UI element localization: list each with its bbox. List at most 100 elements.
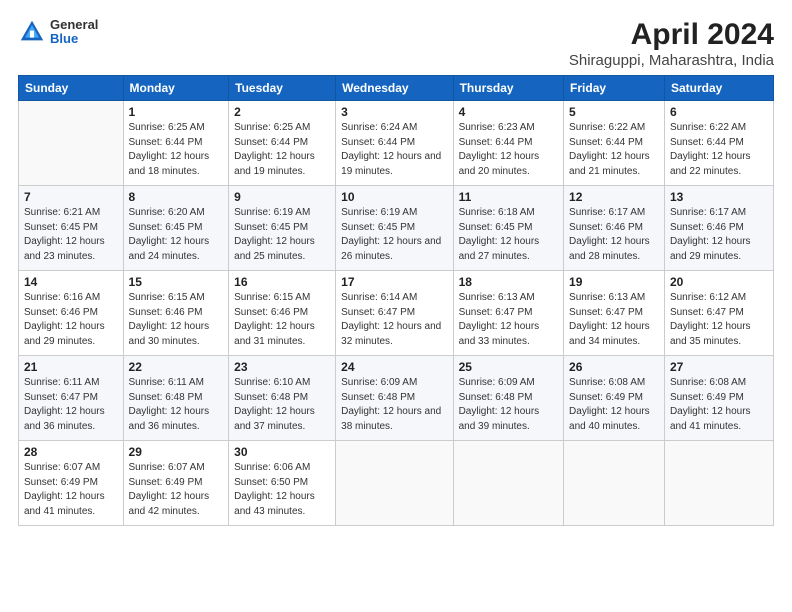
calendar-cell xyxy=(564,441,665,526)
calendar-header-sunday: Sunday xyxy=(19,76,124,101)
day-number: 21 xyxy=(24,360,118,374)
calendar-header-friday: Friday xyxy=(564,76,665,101)
logo-icon xyxy=(18,18,46,46)
logo-general-text: General xyxy=(50,18,98,32)
calendar-cell: 5 Sunrise: 6:22 AMSunset: 6:44 PMDaylight… xyxy=(564,101,665,186)
day-number: 14 xyxy=(24,275,118,289)
day-info: Sunrise: 6:25 AMSunset: 6:44 PMDaylight:… xyxy=(129,121,224,179)
day-number: 10 xyxy=(341,190,447,204)
day-number: 24 xyxy=(341,360,447,374)
day-number: 1 xyxy=(129,105,224,119)
day-info: Sunrise: 6:21 AMSunset: 6:45 PMDaylight:… xyxy=(24,206,118,264)
page: General Blue April 2024 Shiraguppi, Maha… xyxy=(0,0,792,612)
day-number: 23 xyxy=(234,360,330,374)
day-info: Sunrise: 6:10 AMSunset: 6:48 PMDaylight:… xyxy=(234,376,330,434)
day-info: Sunrise: 6:08 AMSunset: 6:49 PMDaylight:… xyxy=(670,376,768,434)
day-info: Sunrise: 6:07 AMSunset: 6:49 PMDaylight:… xyxy=(24,461,118,519)
day-number: 13 xyxy=(670,190,768,204)
day-info: Sunrise: 6:15 AMSunset: 6:46 PMDaylight:… xyxy=(234,291,330,349)
sub-title: Shiraguppi, Maharashtra, India xyxy=(569,52,774,69)
day-info: Sunrise: 6:19 AMSunset: 6:45 PMDaylight:… xyxy=(234,206,330,264)
calendar-cell: 22Sunrise: 6:11 AMSunset: 6:48 PMDayligh… xyxy=(123,356,229,441)
day-info: Sunrise: 6:11 AMSunset: 6:47 PMDaylight:… xyxy=(24,376,118,434)
calendar-header-row: SundayMondayTuesdayWednesdayThursdayFrid… xyxy=(19,76,774,101)
calendar-cell: 24Sunrise: 6:09 AMSunset: 6:48 PMDayligh… xyxy=(336,356,453,441)
calendar-cell: 7 Sunrise: 6:21 AMSunset: 6:45 PMDaylight… xyxy=(19,186,124,271)
calendar-cell: 10 Sunrise: 6:19 AMSunset: 6:45 PMDayligh… xyxy=(336,186,453,271)
title-block: April 2024 Shiraguppi, Maharashtra, Indi… xyxy=(569,18,774,69)
calendar-cell: 13 Sunrise: 6:17 AMSunset: 6:46 PMDayligh… xyxy=(664,186,773,271)
day-number: 22 xyxy=(129,360,224,374)
calendar-cell xyxy=(664,441,773,526)
calendar-cell: 6 Sunrise: 6:22 AMSunset: 6:44 PMDaylight… xyxy=(664,101,773,186)
day-info: Sunrise: 6:15 AMSunset: 6:46 PMDaylight:… xyxy=(129,291,224,349)
logo-text: General Blue xyxy=(50,18,98,47)
calendar-cell: 25 Sunrise: 6:09 AMSunset: 6:48 PMDayligh… xyxy=(453,356,563,441)
calendar-cell: 15 Sunrise: 6:15 AMSunset: 6:46 PMDayligh… xyxy=(123,271,229,356)
logo-blue-text: Blue xyxy=(50,32,98,46)
day-number: 7 xyxy=(24,190,118,204)
day-number: 25 xyxy=(459,360,558,374)
header: General Blue April 2024 Shiraguppi, Maha… xyxy=(18,18,774,69)
calendar-cell: 3 Sunrise: 6:24 AMSunset: 6:44 PMDaylight… xyxy=(336,101,453,186)
calendar-header-thursday: Thursday xyxy=(453,76,563,101)
day-number: 20 xyxy=(670,275,768,289)
calendar-cell: 20 Sunrise: 6:12 AMSunset: 6:47 PMDayligh… xyxy=(664,271,773,356)
calendar-cell: 16 Sunrise: 6:15 AMSunset: 6:46 PMDayligh… xyxy=(229,271,336,356)
calendar-cell: 9 Sunrise: 6:19 AMSunset: 6:45 PMDaylight… xyxy=(229,186,336,271)
calendar-cell: 11 Sunrise: 6:18 AMSunset: 6:45 PMDayligh… xyxy=(453,186,563,271)
calendar-cell xyxy=(19,101,124,186)
calendar-week-row: 14 Sunrise: 6:16 AMSunset: 6:46 PMDayligh… xyxy=(19,271,774,356)
day-number: 17 xyxy=(341,275,447,289)
day-number: 11 xyxy=(459,190,558,204)
calendar-cell: 4 Sunrise: 6:23 AMSunset: 6:44 PMDaylight… xyxy=(453,101,563,186)
day-number: 12 xyxy=(569,190,659,204)
calendar-cell: 29Sunrise: 6:07 AMSunset: 6:49 PMDayligh… xyxy=(123,441,229,526)
calendar-cell: 14 Sunrise: 6:16 AMSunset: 6:46 PMDayligh… xyxy=(19,271,124,356)
calendar-cell: 1 Sunrise: 6:25 AMSunset: 6:44 PMDaylight… xyxy=(123,101,229,186)
calendar-cell: 8Sunrise: 6:20 AMSunset: 6:45 PMDaylight… xyxy=(123,186,229,271)
day-info: Sunrise: 6:25 AMSunset: 6:44 PMDaylight:… xyxy=(234,121,330,179)
day-info: Sunrise: 6:14 AMSunset: 6:47 PMDaylight:… xyxy=(341,291,447,349)
day-number: 8 xyxy=(129,190,224,204)
main-title: April 2024 xyxy=(569,18,774,52)
day-info: Sunrise: 6:19 AMSunset: 6:45 PMDaylight:… xyxy=(341,206,447,264)
day-number: 3 xyxy=(341,105,447,119)
day-number: 2 xyxy=(234,105,330,119)
calendar-cell: 30Sunrise: 6:06 AMSunset: 6:50 PMDayligh… xyxy=(229,441,336,526)
day-number: 4 xyxy=(459,105,558,119)
day-info: Sunrise: 6:13 AMSunset: 6:47 PMDaylight:… xyxy=(569,291,659,349)
day-info: Sunrise: 6:22 AMSunset: 6:44 PMDaylight:… xyxy=(569,121,659,179)
day-info: Sunrise: 6:08 AMSunset: 6:49 PMDaylight:… xyxy=(569,376,659,434)
day-number: 9 xyxy=(234,190,330,204)
day-info: Sunrise: 6:17 AMSunset: 6:46 PMDaylight:… xyxy=(670,206,768,264)
day-info: Sunrise: 6:23 AMSunset: 6:44 PMDaylight:… xyxy=(459,121,558,179)
calendar-week-row: 21 Sunrise: 6:11 AMSunset: 6:47 PMDayligh… xyxy=(19,356,774,441)
calendar-cell: 12 Sunrise: 6:17 AMSunset: 6:46 PMDayligh… xyxy=(564,186,665,271)
day-number: 28 xyxy=(24,445,118,459)
calendar-week-row: 28 Sunrise: 6:07 AMSunset: 6:49 PMDayligh… xyxy=(19,441,774,526)
day-info: Sunrise: 6:12 AMSunset: 6:47 PMDaylight:… xyxy=(670,291,768,349)
day-number: 19 xyxy=(569,275,659,289)
calendar-cell: 19 Sunrise: 6:13 AMSunset: 6:47 PMDayligh… xyxy=(564,271,665,356)
day-info: Sunrise: 6:18 AMSunset: 6:45 PMDaylight:… xyxy=(459,206,558,264)
calendar-cell xyxy=(336,441,453,526)
day-number: 27 xyxy=(670,360,768,374)
day-info: Sunrise: 6:17 AMSunset: 6:46 PMDaylight:… xyxy=(569,206,659,264)
day-number: 16 xyxy=(234,275,330,289)
calendar-cell: 26Sunrise: 6:08 AMSunset: 6:49 PMDayligh… xyxy=(564,356,665,441)
day-info: Sunrise: 6:24 AMSunset: 6:44 PMDaylight:… xyxy=(341,121,447,179)
day-number: 6 xyxy=(670,105,768,119)
calendar-cell: 28 Sunrise: 6:07 AMSunset: 6:49 PMDayligh… xyxy=(19,441,124,526)
day-info: Sunrise: 6:09 AMSunset: 6:48 PMDaylight:… xyxy=(459,376,558,434)
day-info: Sunrise: 6:07 AMSunset: 6:49 PMDaylight:… xyxy=(129,461,224,519)
calendar-cell: 17 Sunrise: 6:14 AMSunset: 6:47 PMDayligh… xyxy=(336,271,453,356)
day-info: Sunrise: 6:22 AMSunset: 6:44 PMDaylight:… xyxy=(670,121,768,179)
day-info: Sunrise: 6:13 AMSunset: 6:47 PMDaylight:… xyxy=(459,291,558,349)
calendar-header-wednesday: Wednesday xyxy=(336,76,453,101)
logo: General Blue xyxy=(18,18,98,47)
day-info: Sunrise: 6:16 AMSunset: 6:46 PMDaylight:… xyxy=(24,291,118,349)
calendar-week-row: 7 Sunrise: 6:21 AMSunset: 6:45 PMDaylight… xyxy=(19,186,774,271)
day-number: 5 xyxy=(569,105,659,119)
day-number: 15 xyxy=(129,275,224,289)
